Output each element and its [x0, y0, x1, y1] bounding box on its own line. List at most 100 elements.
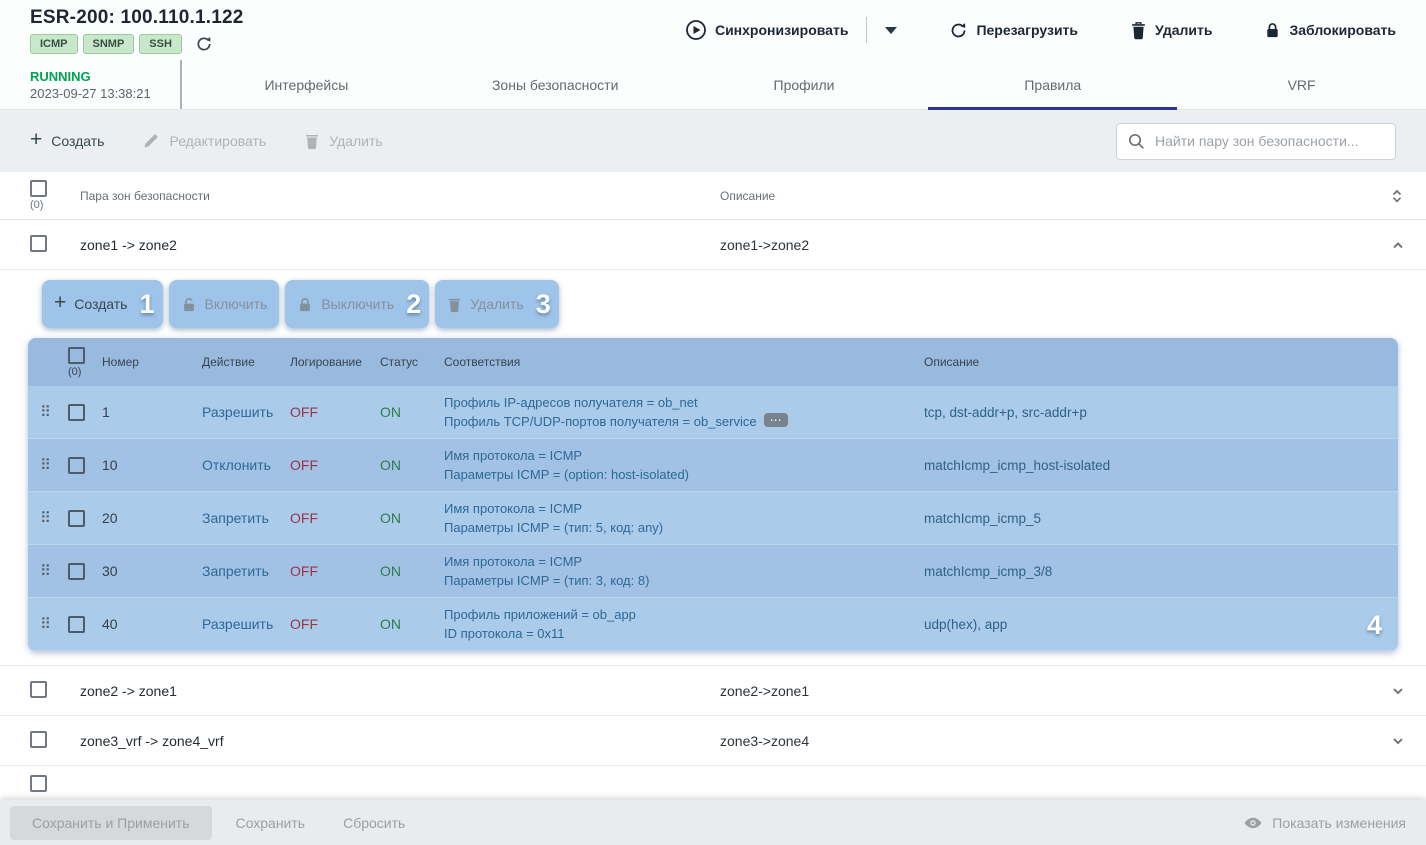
rule-action: Запретить — [202, 510, 290, 526]
rule-logging: OFF — [290, 457, 380, 473]
row-checkbox[interactable] — [30, 235, 47, 252]
chevron-down-icon[interactable] — [1380, 733, 1406, 749]
plus-icon: + — [54, 294, 66, 312]
row-checkbox[interactable] — [68, 457, 85, 474]
reboot-label: Перезагрузить — [976, 22, 1078, 38]
device-status: RUNNING 2023-09-27 13:38:21 — [0, 60, 182, 109]
save-button[interactable]: Сохранить — [222, 815, 320, 831]
trash-icon — [447, 296, 462, 313]
protocol-badges: ICMP SNMP SSH — [30, 34, 244, 54]
rule-row[interactable]: ⠿ 20 Запретить OFF ON Имя протокола = IC… — [28, 492, 1398, 545]
select-all-checkbox[interactable] — [68, 347, 85, 364]
tab-vrf[interactable]: VRF — [1177, 60, 1426, 109]
pencil-icon — [142, 132, 160, 150]
zone-pair-name: zone2 -> zone1 — [80, 683, 720, 699]
tab-rules[interactable]: Правила — [928, 60, 1177, 109]
reset-button[interactable]: Сбросить — [329, 815, 419, 831]
rule-number: 1 — [102, 404, 202, 420]
disable-rule-label: Выключить — [321, 296, 394, 312]
drag-handle-icon[interactable]: ⠿ — [40, 456, 68, 474]
status-badge: RUNNING — [30, 69, 180, 84]
drag-handle-icon[interactable]: ⠿ — [40, 615, 68, 633]
match-line: Имя протокола = ICMP — [444, 499, 924, 519]
rule-description: matchIcmp_icmp_3/8 — [924, 564, 1384, 579]
search-input[interactable] — [1153, 132, 1385, 150]
highlight-chip-enable: Включить — [169, 280, 280, 328]
zone-pair-row[interactable]: zone2 -> zone1 zone2->zone1 — [0, 666, 1426, 716]
play-circle-icon — [685, 19, 707, 41]
column-number: Номер — [102, 355, 202, 369]
rule-status: ON — [380, 404, 444, 420]
match-line: Имя протокола = ICMP — [444, 552, 924, 572]
row-checkbox[interactable] — [68, 616, 85, 633]
reboot-icon — [949, 21, 968, 40]
zone-pair-description: zone1->zone2 — [720, 237, 1380, 253]
row-checkbox[interactable] — [30, 731, 47, 748]
status-timestamp: 2023-09-27 13:38:21 — [30, 86, 180, 101]
edit-pair-button[interactable]: Редактировать — [142, 132, 266, 150]
delete-pair-button[interactable]: Удалить — [304, 132, 382, 150]
zone-pair-description: zone2->zone1 — [720, 683, 1380, 699]
sync-dropdown-caret-icon[interactable] — [885, 27, 897, 34]
save-apply-button[interactable]: Сохранить и Применить — [10, 806, 212, 840]
select-all-cell: (0) — [68, 347, 102, 378]
match-line: Имя протокола = ICMP — [444, 446, 924, 466]
column-description: Описание — [924, 355, 1384, 369]
rule-description: udp(hex), app — [924, 617, 1384, 632]
row-checkbox[interactable] — [68, 404, 85, 421]
delete-rule-label: Удалить — [470, 296, 523, 312]
chevron-up-icon[interactable] — [1380, 237, 1406, 253]
drag-handle-icon[interactable]: ⠿ — [40, 403, 68, 421]
lock-device-button[interactable]: Заблокировать — [1264, 21, 1396, 39]
rule-match: Профиль приложений = ob_app ID протокола… — [444, 605, 924, 644]
create-rule-label: Создать — [74, 296, 127, 312]
refresh-icon[interactable] — [195, 35, 213, 53]
zone-pair-row[interactable]: zone3_vrf -> zone4_vrf zone3->zone4 — [0, 716, 1426, 766]
zone-pair-row[interactable]: zone1 -> zone2 zone1->zone2 — [0, 220, 1426, 270]
delete-pair-label: Удалить — [329, 133, 382, 149]
disable-rule-button[interactable]: Выключить — [297, 296, 398, 313]
rule-row[interactable]: ⠿ 1 Разрешить OFF ON Профиль IP-адресов … — [28, 386, 1398, 439]
row-checkbox[interactable] — [68, 510, 85, 527]
zone-pair-name: zone1 -> zone2 — [80, 237, 720, 253]
enable-rule-button[interactable]: Включить — [181, 296, 272, 313]
delete-device-button[interactable]: Удалить — [1130, 21, 1212, 40]
badge-snmp: SNMP — [83, 34, 135, 54]
footer-bar: Сохранить и Применить Сохранить Сбросить… — [0, 800, 1426, 845]
highlight-chip-create: + Создать 1 — [42, 280, 163, 328]
rule-logging: OFF — [290, 563, 380, 579]
collapse-all-icon[interactable] — [1380, 187, 1406, 205]
rule-action: Разрешить — [202, 404, 290, 420]
rule-row[interactable]: ⠿ 40 Разрешить OFF ON Профиль приложений… — [28, 598, 1398, 651]
rule-number: 40 — [102, 616, 202, 632]
more-icon[interactable]: ⋯ — [764, 413, 788, 427]
rule-status: ON — [380, 563, 444, 579]
tab-interfaces[interactable]: Интерфейсы — [182, 60, 431, 109]
delete-rule-button[interactable]: Удалить — [447, 296, 527, 313]
rules-toolbar: + Создать 1 Включить Выключи — [42, 280, 1426, 328]
row-checkbox[interactable] — [30, 775, 47, 792]
row-checkbox[interactable] — [30, 681, 47, 698]
select-all-checkbox[interactable] — [30, 180, 47, 197]
tab-profiles[interactable]: Профили — [680, 60, 929, 109]
sync-button[interactable]: Синхронизировать — [685, 19, 848, 41]
rule-row[interactable]: ⠿ 30 Запретить OFF ON Имя протокола = IC… — [28, 545, 1398, 598]
show-changes-button[interactable]: Показать изменения — [1243, 813, 1406, 833]
create-rule-button[interactable]: + Создать — [54, 296, 131, 312]
zone-pair-row[interactable] — [0, 766, 1426, 803]
match-line: Параметры ICMP = (тип: 3, код: 8) — [444, 571, 924, 591]
zone-pair-name: zone3_vrf -> zone4_vrf — [80, 733, 720, 749]
reboot-button[interactable]: Перезагрузить — [949, 21, 1078, 40]
drag-handle-icon[interactable]: ⠿ — [40, 562, 68, 580]
create-pair-button[interactable]: + Создать — [30, 133, 104, 149]
tab-bar: RUNNING 2023-09-27 13:38:21 Интерфейсы З… — [0, 60, 1426, 110]
drag-handle-icon[interactable]: ⠿ — [40, 509, 68, 527]
rule-row[interactable]: ⠿ 10 Отклонить OFF ON Имя протокола = IC… — [28, 439, 1398, 492]
column-logging: Логирование — [290, 355, 380, 369]
rule-description: tcp, dst-addr+p, src-addr+p — [924, 405, 1384, 420]
tab-security-zones[interactable]: Зоны безопасности — [431, 60, 680, 109]
chevron-down-icon[interactable] — [1380, 683, 1406, 699]
edit-pair-label: Редактировать — [169, 133, 266, 149]
row-checkbox[interactable] — [68, 563, 85, 580]
rule-status: ON — [380, 616, 444, 632]
